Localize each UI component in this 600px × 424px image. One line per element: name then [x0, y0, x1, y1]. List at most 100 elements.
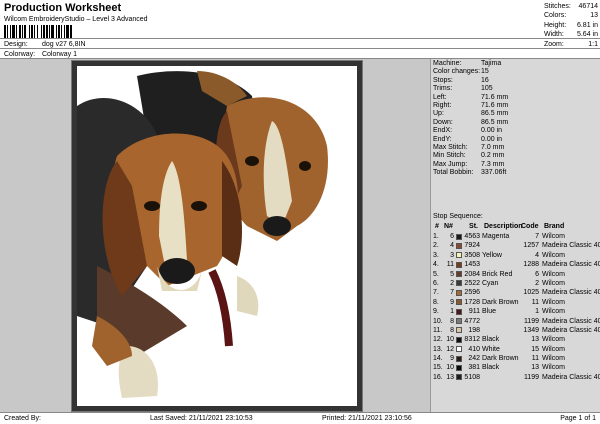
machine-info-value: 0.00 in [481, 127, 503, 135]
machine-info-value: 15 [481, 68, 489, 76]
table-row[interactable]: 11. 8 198 1349 Madeira Classic 40 [431, 326, 600, 335]
needle-number: 3 [450, 251, 454, 259]
info-panel: Machine: Tajima Color changes:15 Stops: 16 Tr… [430, 59, 600, 412]
row-number: 11. [433, 326, 443, 334]
needle-number: 12 [446, 345, 454, 353]
divider [0, 38, 600, 39]
machine-info-row: Up: 86.5 mm [433, 110, 508, 118]
col-desc: Description [484, 223, 523, 230]
machine-info-value: Tajima [481, 60, 502, 67]
stat-value: 1:1 [588, 40, 598, 48]
thread-code: 11 [531, 355, 539, 363]
machine-info-row: Max Stitch: 7.0 mm [433, 144, 508, 152]
stat-value: 46714 [578, 3, 598, 10]
machine-info-value: 337.06ft [481, 169, 507, 177]
stat-label: Colors: [544, 12, 567, 20]
design-canvas[interactable] [0, 59, 430, 412]
row-number: 2. [433, 242, 439, 250]
row-number: 10. [433, 317, 443, 325]
thread-code: 1288 [523, 261, 539, 269]
thread-code: 1199 [523, 373, 539, 381]
table-row[interactable]: 16. 13 5108 1199 Madeira Classic 40 [431, 373, 600, 382]
color-description: Cyan [482, 279, 499, 287]
needle-number: 8 [450, 326, 454, 334]
printed-date: Printed: 21/11/2021 23:10:56 [322, 415, 412, 422]
table-row[interactable]: 4. 11 1453 1288 Madeira Classic 40 [431, 260, 600, 269]
stat-label: Width: [544, 31, 564, 39]
thread-code: 1 [535, 308, 539, 316]
back-dog-eye-left [245, 156, 259, 166]
colorway-row: Colorway: Colorway 1 [4, 51, 77, 58]
stitch-count: 911 [468, 308, 480, 316]
table-row[interactable]: 8. 9 1728 Dark Brown 11 Wilcom [431, 298, 600, 307]
machine-info-label: Left: [433, 93, 447, 101]
needle-number: 9 [450, 355, 454, 363]
front-dog-eye-right [191, 201, 207, 211]
table-row[interactable]: 15. 10 381 Black 13 Wilcom [431, 363, 600, 372]
table-row[interactable]: 3. 3 3508 Yellow 4 Wilcom [431, 251, 600, 260]
machine-info-value: 16 [481, 76, 489, 84]
colorway-label: Colorway: [4, 51, 36, 58]
leash [208, 269, 233, 347]
color-description: White [482, 345, 500, 353]
design-value: dog v27 6,8IN [41, 41, 86, 48]
machine-info-label: Stops: [433, 76, 453, 84]
colorway-value: Colorway 1 [41, 51, 77, 58]
machine-info-label: EndX: [433, 127, 453, 135]
thread-code: 11 [531, 298, 539, 306]
color-description: Dark Brown [482, 355, 519, 363]
front-dog-eye-left [144, 201, 160, 211]
table-row[interactable]: 1. 6 4563 Magenta 7 Wilcom [431, 232, 600, 241]
col-st: St. [469, 223, 478, 230]
stop-sequence-title: Stop Sequence: [433, 213, 483, 220]
needle-number: 7 [450, 289, 454, 297]
barcode [4, 25, 110, 38]
table-row[interactable]: 12. 10 8312 Black 13 Wilcom [431, 335, 600, 344]
row-number: 5. [433, 270, 439, 278]
stitch-count: 3508 [464, 251, 480, 259]
row-number: 15. [433, 364, 443, 372]
machine-info-label: Down: [433, 118, 453, 126]
machine-info-label: Right: [433, 101, 452, 109]
stitch-count: 4772 [464, 317, 480, 325]
machine-info-label: EndY: [433, 135, 452, 143]
table-row[interactable]: 2. 4 7924 1257 Madeira Classic 40 [431, 241, 600, 250]
color-description: Blue [482, 308, 497, 316]
thread-brand: Wilcom [542, 364, 565, 372]
table-row[interactable]: 6. 2 2522 Cyan 2 Wilcom [431, 279, 600, 288]
stop-sequence-list: 1. 6 4563 Magenta 7 Wilcom 2. 4 7924 1257 Madeira … [431, 232, 600, 382]
back-dog-nose [263, 216, 291, 236]
design-label: Design: [4, 41, 28, 48]
machine-info-row: EndY: 0.00 in [433, 136, 508, 144]
table-row[interactable]: 5. 5 2084 Brick Red 6 Wilcom [431, 270, 600, 279]
table-row[interactable]: 10. 8 4772 1199 Madeira Classic 40 [431, 317, 600, 326]
machine-info-row: Left: 71.6 mm [433, 94, 508, 102]
machine-info-row: Max Jump: 7.3 mm [433, 161, 508, 169]
stat-label: Height: [544, 21, 567, 29]
needle-number: 11 [446, 261, 454, 269]
table-row[interactable]: 14. 9 242 Dark Brown 11 Wilcom [431, 354, 600, 363]
table-row[interactable]: 13. 12 410 White 15 Wilcom [431, 345, 600, 354]
thread-code: 13 [531, 336, 539, 344]
machine-info-value: 0.2 mm [481, 152, 505, 160]
row-number: 1. [433, 233, 439, 240]
thread-brand: Wilcom [542, 308, 565, 316]
thread-brand: Wilcom [542, 251, 565, 259]
thread-code: 15 [531, 345, 539, 353]
thread-code: 1257 [523, 242, 539, 250]
table-row[interactable]: 7. 7 2596 1025 Madeira Classic 40 [431, 288, 600, 297]
table-row[interactable]: 9. 1 911 Blue 1 Wilcom [431, 307, 600, 316]
machine-info-row: Total Bobbin: 337.06ft [433, 169, 508, 177]
thread-brand: Madeira Classic 40 [542, 289, 600, 297]
color-description: Black [482, 336, 500, 344]
thread-brand: Wilcom [542, 233, 565, 240]
row-number: 4. [433, 261, 439, 269]
machine-info-value: 86.5 mm [481, 110, 509, 118]
thread-brand: Madeira Classic 40 [542, 261, 600, 269]
thread-code: 2 [535, 279, 539, 287]
row-number: 9. [433, 308, 439, 316]
color-description: Black [482, 364, 500, 372]
thread-code: 1349 [523, 326, 539, 334]
machine-info-value: 86.5 mm [481, 118, 509, 126]
back-dog-eye-right [299, 161, 311, 171]
